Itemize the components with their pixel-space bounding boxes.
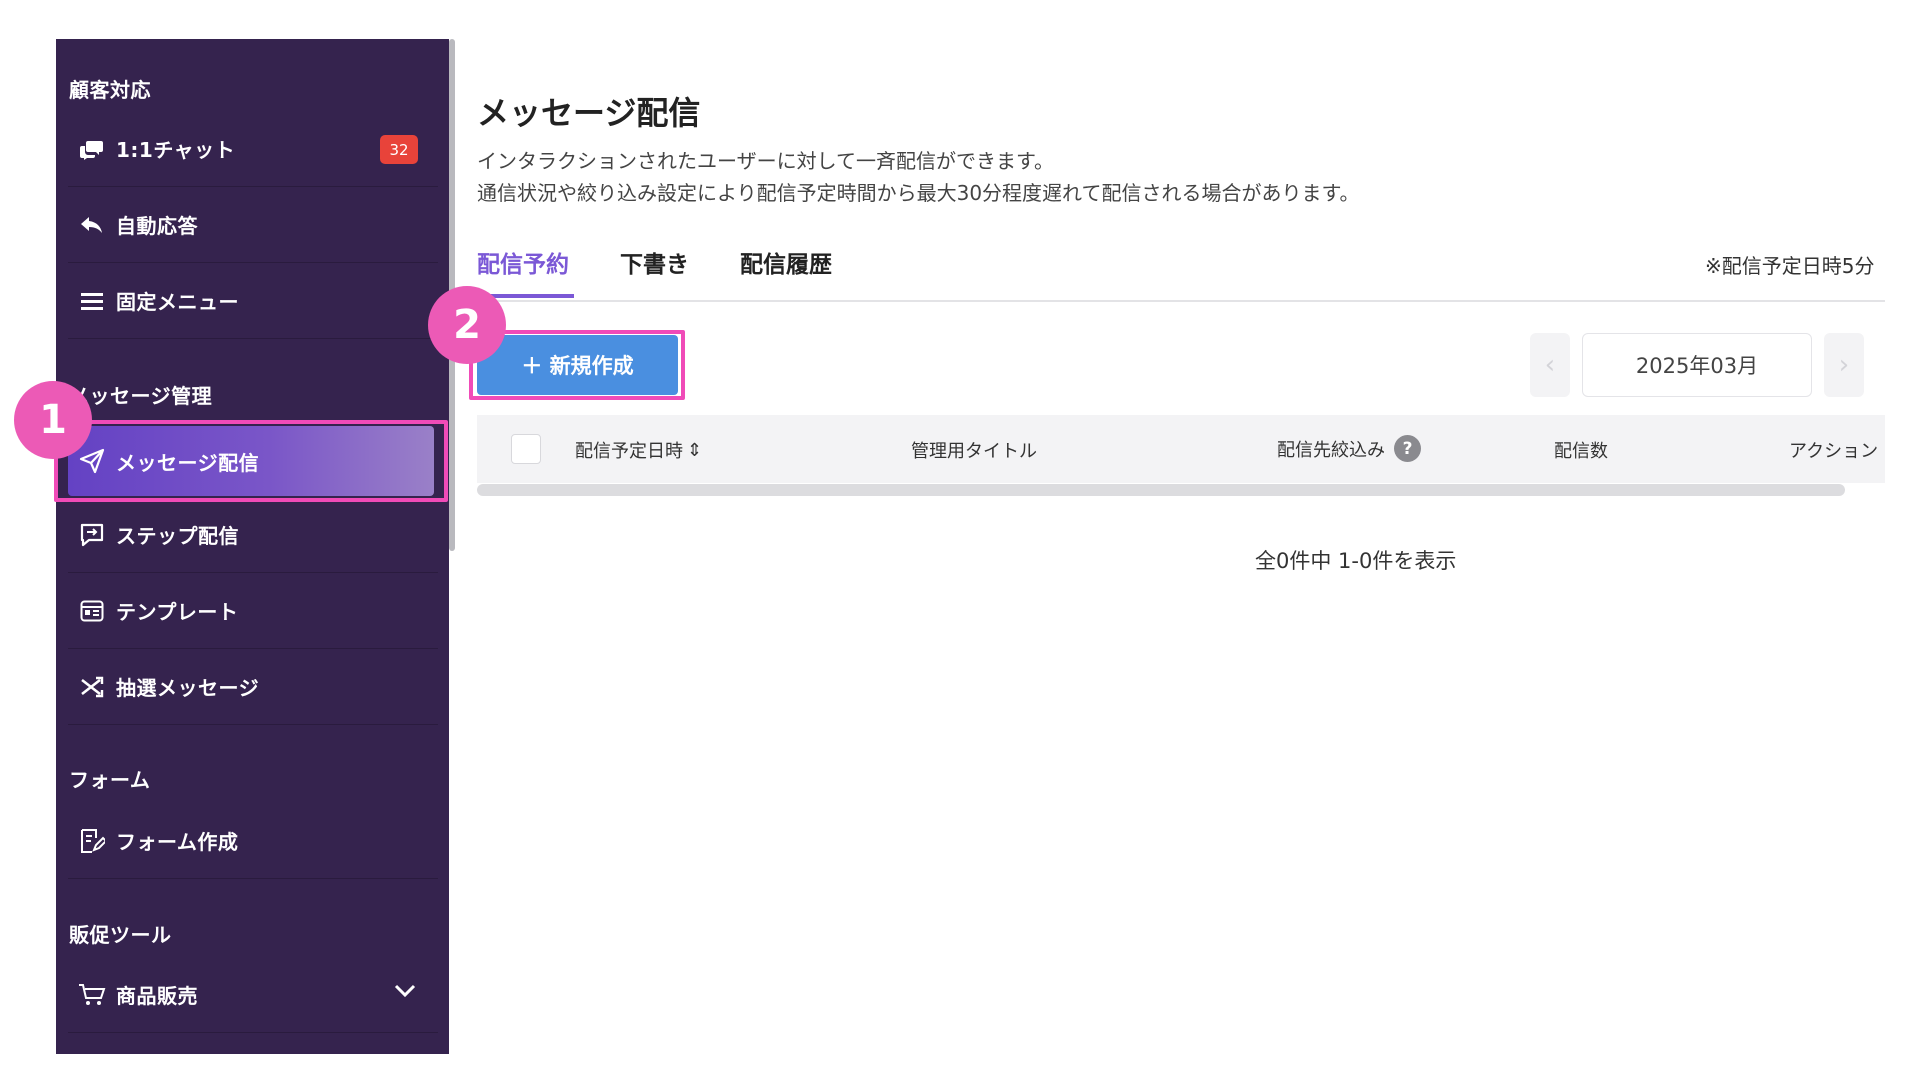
page-description-note: 通信状況や絞り込み設定により配信予定時間から最大30分程度遅れて配信される場合が… <box>477 181 1360 205</box>
tab-history[interactable]: 配信履歴 <box>740 245 832 279</box>
column-label: アクション <box>1789 441 1879 462</box>
callout-step-2: 2 <box>428 286 506 364</box>
column-label: 配信数 <box>1554 441 1608 462</box>
month-display: 2025年03月 <box>1582 333 1812 397</box>
unread-badge: 32 <box>380 135 418 164</box>
sidebar-item-template[interactable]: テンプレート <box>68 573 438 649</box>
sidebar-item-label: ステップ配信 <box>116 524 239 548</box>
page-description: インタラクションされたユーザーに対して一斉配信ができます。 <box>477 149 1054 173</box>
column-label: 配信予定日時 <box>575 441 683 462</box>
sidebar-item-label: 自動応答 <box>116 214 198 238</box>
sidebar-item-label: テンプレート <box>116 600 239 624</box>
highlight-frame-broadcast <box>54 420 448 502</box>
sidebar-item-form-create[interactable]: フォーム作成 <box>68 803 438 879</box>
column-label: 配信先絞込み <box>1277 439 1385 461</box>
sidebar: 顧客対応 1:1チャット 32 自動応答 固定メニュー メッセージ管理 メッセー… <box>56 39 449 1054</box>
sidebar-item-step[interactable]: ステップ配信 <box>68 497 438 573</box>
section-title-customer: 顧客対応 <box>69 78 151 102</box>
column-scheduled-datetime[interactable]: 配信予定日時 ⇕ <box>575 437 702 463</box>
form-edit-icon <box>78 827 106 855</box>
new-create-button[interactable]: ＋ 新規作成 <box>477 335 678 395</box>
page-title: メッセージ配信 <box>477 94 701 132</box>
shuffle-icon <box>78 673 106 701</box>
sidebar-item-fixed-menu[interactable]: 固定メニュー <box>68 263 438 339</box>
column-title: 管理用タイトル <box>911 437 1037 463</box>
sort-icon[interactable]: ⇕ <box>687 440 702 461</box>
table-horizontal-scrollbar[interactable] <box>477 484 1845 496</box>
step-message-icon <box>78 521 106 549</box>
sidebar-item-auto-reply[interactable]: 自動応答 <box>68 187 438 263</box>
sidebar-item-label: フォーム作成 <box>116 830 239 854</box>
section-title-promo: 販促ツール <box>69 923 172 947</box>
column-label: 管理用タイトル <box>911 441 1037 462</box>
cart-icon <box>78 981 106 1009</box>
sidebar-item-label: 商品販売 <box>116 984 198 1008</box>
reply-icon <box>78 211 106 239</box>
column-target-filter: 配信先絞込み ? <box>1277 435 1421 462</box>
result-summary: 全0件中 1-0件を表示 <box>1255 549 1457 573</box>
sidebar-item-product-sales[interactable]: 商品販売 <box>68 957 438 1033</box>
tabs-divider <box>477 300 1885 302</box>
table-header: 配信予定日時 ⇕ 管理用タイトル 配信先絞込み ? 配信数 アクション <box>477 415 1885 483</box>
menu-icon <box>78 287 106 315</box>
sidebar-item-label: 抽選メッセージ <box>116 676 260 700</box>
tab-drafts[interactable]: 下書き <box>620 245 689 279</box>
select-all-checkbox[interactable] <box>511 434 541 464</box>
column-delivery-count: 配信数 <box>1554 437 1608 463</box>
sidebar-item-lottery[interactable]: 抽選メッセージ <box>68 649 438 725</box>
sidebar-item-label: 固定メニュー <box>116 290 239 314</box>
callout-step-1: 1 <box>14 381 92 459</box>
chevron-right-icon: › <box>1838 350 1850 380</box>
chevron-down-icon[interactable] <box>394 983 416 1002</box>
column-action: アクション <box>1789 437 1878 463</box>
sidebar-item-label: 1:1チャット <box>116 138 236 162</box>
tab-scheduled[interactable]: 配信予約 <box>477 245 569 279</box>
chat-bubbles-icon <box>78 135 106 163</box>
section-title-message: メッセージ管理 <box>69 384 213 408</box>
template-icon <box>78 597 106 625</box>
section-title-form: フォーム <box>69 768 151 792</box>
next-month-button[interactable]: › <box>1824 333 1864 397</box>
sidebar-item-chat[interactable]: 1:1チャット 32 <box>68 111 438 187</box>
prev-month-button[interactable]: ‹ <box>1530 333 1570 397</box>
chevron-left-icon: ‹ <box>1544 350 1556 380</box>
help-icon[interactable]: ? <box>1394 435 1421 462</box>
schedule-note: ※配信予定日時5分 <box>1705 254 1875 278</box>
